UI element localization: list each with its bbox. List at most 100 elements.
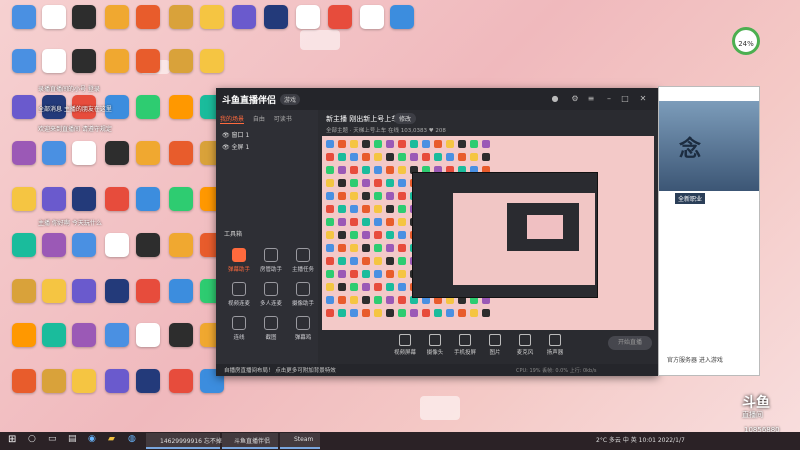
edge-icon[interactable]: ◍ <box>128 434 136 448</box>
app-icon <box>169 369 193 393</box>
tab-my-scenes[interactable]: 我的场景 <box>220 114 245 124</box>
preview-icon <box>362 231 370 239</box>
scene-item[interactable]: 👁 全屏 1 <box>222 142 249 151</box>
preview-icon <box>338 153 346 161</box>
close-icon[interactable]: ✕ <box>638 94 648 104</box>
preview-icon <box>470 140 478 148</box>
edit-title-button[interactable]: 修改 <box>394 113 417 124</box>
app-icon <box>72 323 96 347</box>
douyu-watermark-sub: 直播间 <box>742 411 763 419</box>
preview-icon <box>446 153 454 161</box>
tab-free[interactable]: 自由 <box>253 114 265 123</box>
tool-label: 视频连麦 <box>227 301 250 307</box>
desktop-icon[interactable] <box>382 4 422 50</box>
folder-icon[interactable]: ▰ <box>108 434 115 448</box>
tool-icon <box>232 282 246 296</box>
preview-icon <box>362 296 370 304</box>
file-explorer-icon[interactable]: ▤ <box>68 434 77 448</box>
app-icon <box>42 323 66 347</box>
preview-icon <box>446 309 454 317</box>
chat-overlay: 录播直播间的小号 登录 全部消息 主播的朋友在这里 欢迎来到直播间 请遵守规定 … <box>36 78 216 238</box>
tool-label: 弹幕助手 <box>227 267 250 273</box>
tool-icon <box>232 248 246 262</box>
preview-icon <box>458 153 466 161</box>
toolbox-item[interactable]: 房管助手 <box>256 248 286 278</box>
source-tool-button[interactable]: 扬声器 <box>538 334 572 356</box>
app-icon <box>169 323 193 347</box>
tool-icon <box>296 282 310 296</box>
toolbox-item[interactable]: 视频连麦 <box>224 282 254 312</box>
game-banner-label: 全新职业 <box>675 193 706 204</box>
maximize-icon[interactable]: □ <box>620 94 630 104</box>
preview-icon <box>458 309 466 317</box>
stream-title: 新主播 刚出新上号上车 <box>326 115 399 123</box>
background-decoration <box>420 396 460 420</box>
app-titlebar[interactable]: 斗鱼直播伴侣 游戏 ● ⚙ ≡ – □ ✕ <box>216 88 658 110</box>
app-icon <box>12 323 36 347</box>
preview-icon <box>362 153 370 161</box>
preview-icon <box>410 309 418 317</box>
toolbox-item[interactable]: 弹幕鸡 <box>288 316 318 346</box>
app-icon <box>12 5 36 29</box>
source-tool-button[interactable]: 视频屏幕 <box>388 334 422 356</box>
avatar-icon[interactable]: ● <box>550 94 560 104</box>
app-icon <box>105 5 129 29</box>
nested-preview-window <box>507 203 579 251</box>
toolbox-item[interactable]: 主播任务 <box>288 248 318 278</box>
source-tool-icon <box>429 334 441 346</box>
stream-preview[interactable] <box>322 136 654 330</box>
toolbox-item[interactable]: 连线 <box>224 316 254 346</box>
app-icon <box>105 323 129 347</box>
preview-icon <box>386 166 394 174</box>
system-tray[interactable]: 2°C 多云 中 英 10:01 2022/1/7 <box>596 435 685 444</box>
preview-icon <box>398 244 406 252</box>
preview-icon <box>326 296 334 304</box>
browser-icon[interactable]: ◉ <box>88 434 96 448</box>
app-icon <box>12 233 36 257</box>
game-art-text: 念 <box>679 137 702 162</box>
toolbox-item[interactable]: 截图 <box>256 316 286 346</box>
preview-icon <box>374 153 382 161</box>
toolbox-item[interactable]: 多人连麦 <box>256 282 286 312</box>
menu-icon[interactable]: ≡ <box>586 94 596 104</box>
app-icon <box>360 5 384 29</box>
tool-label: 摄像助手 <box>291 301 314 307</box>
settings-icon[interactable]: ⚙ <box>570 94 580 104</box>
go-live-button[interactable]: 开始直播 <box>608 336 652 350</box>
preview-icon <box>398 283 406 291</box>
preview-icon <box>386 205 394 213</box>
preview-icon <box>362 283 370 291</box>
source-tool-button[interactable]: 摄像头 <box>418 334 452 356</box>
source-tool-label: 扬声器 <box>546 350 564 356</box>
preview-icon <box>350 166 358 174</box>
source-tool-button[interactable]: 图片 <box>478 334 512 356</box>
task-view-icon[interactable]: ▭ <box>48 434 57 448</box>
app-icon <box>105 369 129 393</box>
preview-icon <box>326 205 334 213</box>
performance-widget[interactable]: 24% <box>732 27 760 55</box>
preview-icon <box>350 257 358 265</box>
preview-icon <box>326 270 334 278</box>
source-tool-button[interactable]: 手机投屏 <box>448 334 482 356</box>
preview-icon <box>434 140 442 148</box>
toolbox-item[interactable]: 弹幕助手 <box>224 248 254 278</box>
preview-icon <box>386 218 394 226</box>
preview-icon <box>398 218 406 226</box>
preview-icon <box>374 270 382 278</box>
minimize-icon[interactable]: – <box>604 94 614 104</box>
preview-icon <box>422 140 430 148</box>
scene-item[interactable]: 👁 窗口 1 <box>222 130 249 139</box>
toolbox-item[interactable]: 摄像助手 <box>288 282 318 312</box>
app-icon <box>42 49 66 73</box>
preview-icon <box>386 283 394 291</box>
search-icon[interactable]: ○ <box>28 434 36 448</box>
preview-icon <box>386 179 394 187</box>
tab-other[interactable]: 可读书 <box>274 114 292 123</box>
app-badge[interactable]: 游戏 <box>280 94 301 105</box>
stream-info: 新主播 刚出新上号上车 修改 全部主题 · 天梯上号上车 在线 103,0383… <box>318 110 658 138</box>
source-tool-button[interactable]: 麦克风 <box>508 334 542 356</box>
tool-label: 截图 <box>265 335 277 341</box>
start-icon[interactable]: ⊞ <box>8 434 16 448</box>
streaming-app-window: 斗鱼直播伴侣 游戏 ● ⚙ ≡ – □ ✕ 我的场景 自由 可读书 👁 窗口 1… <box>216 88 658 376</box>
preview-icon <box>374 231 382 239</box>
